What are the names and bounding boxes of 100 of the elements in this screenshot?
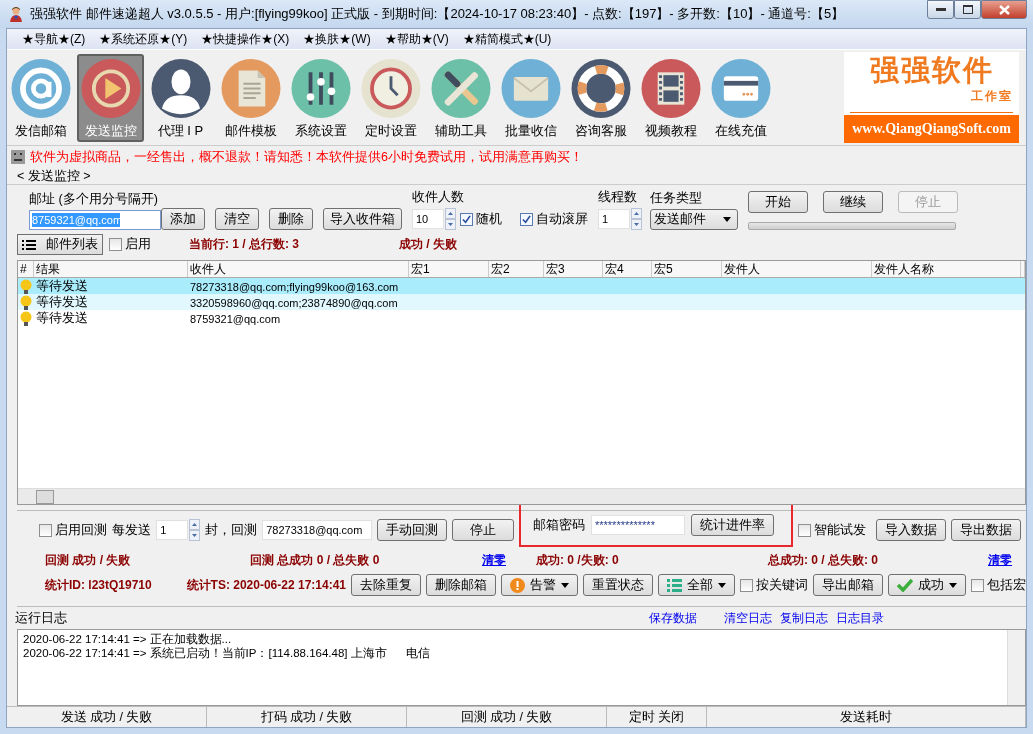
filter-dropdown[interactable]: 全部 <box>658 574 735 596</box>
list-icon <box>667 578 682 592</box>
toolbar-button[interactable]: 辅助工具 <box>427 53 494 142</box>
notice-text: 软件为虚拟商品，一经售出，概不退款！请知悉！本软件提供6小时免费试用，试用满意再购买！ <box>30 148 583 166</box>
toolbar-button[interactable]: 批量收信 <box>497 53 564 142</box>
menu-item[interactable]: ★精简模式★(U) <box>455 30 559 48</box>
field-label: 收件人数 <box>412 189 465 206</box>
manual-check-button[interactable]: 手动回测 <box>377 519 448 541</box>
checkbox[interactable] <box>971 578 984 592</box>
status-cell: 打码 成功 / 失败 <box>207 707 407 727</box>
menu-item[interactable]: ★帮助★(V) <box>377 30 456 48</box>
checkbox-label: 包括宏 <box>987 576 1026 594</box>
export-mailbox-button[interactable]: 导出邮箱 <box>813 574 883 596</box>
delete-mailbox-button[interactable]: 删除邮箱 <box>426 574 496 596</box>
checkbox[interactable] <box>460 212 473 226</box>
warning-icon <box>510 577 525 593</box>
minimize-button[interactable] <box>927 0 954 19</box>
column-header: 宏5 <box>652 261 722 277</box>
film-icon <box>639 58 702 118</box>
checkbox[interactable] <box>740 578 753 592</box>
stop-button[interactable]: 停止 <box>452 519 514 541</box>
tools-icon <box>429 58 492 118</box>
column-header: 收件人 <box>188 261 409 277</box>
task-type-dropdown[interactable]: 发送邮件 <box>650 209 738 230</box>
log-link[interactable]: 保存数据 <box>649 610 697 627</box>
list-icon <box>22 239 36 250</box>
log-link[interactable]: 清空日志 <box>724 610 772 627</box>
field-label: 任务类型 <box>650 190 703 207</box>
form-button[interactable]: 添加 <box>161 208 205 230</box>
document-icon <box>219 58 282 118</box>
column-header: 宏4 <box>603 261 652 277</box>
check-address-field[interactable]: 78273318@qq.com <box>262 520 373 540</box>
password-field[interactable]: ************** <box>591 515 685 535</box>
export-data-button[interactable]: 导出数据 <box>951 519 1021 541</box>
maximize-icon <box>962 5 973 14</box>
spinner-arrows-icon[interactable] <box>189 519 201 541</box>
toolbar-button[interactable]: 邮件模板 <box>217 53 284 142</box>
table-row[interactable]: 等待发送 8759321@qq.com <box>18 310 1025 326</box>
logo-subtitle: 工作室 <box>971 88 1013 105</box>
toolbar-button[interactable]: 视频教程 <box>637 53 704 142</box>
envelope-icon <box>499 58 562 118</box>
checkmark-icon <box>897 578 913 592</box>
action-button[interactable]: 开始 <box>748 191 808 213</box>
alarm-dropdown[interactable]: 告警 <box>501 574 578 596</box>
checkbox[interactable] <box>109 238 122 251</box>
vertical-scrollbar[interactable] <box>1007 630 1025 705</box>
number-field[interactable]: 1 <box>156 520 189 540</box>
form-button[interactable]: 删除 <box>269 208 313 230</box>
table-row[interactable]: 等待发送 78273318@qq.com;flying99koo@163.com <box>18 278 1025 294</box>
clear-link[interactable]: 清零 <box>482 551 522 569</box>
reset-button[interactable]: 重置状态 <box>583 574 653 596</box>
at-sign-icon <box>9 58 72 118</box>
clock-icon <box>359 58 422 118</box>
checkbox[interactable] <box>798 523 811 537</box>
column-header: 宏3 <box>544 261 603 277</box>
spinner-arrows-icon[interactable] <box>445 208 456 230</box>
column-header: # <box>18 261 34 277</box>
logo-title: 强强软件 <box>869 53 994 88</box>
mail-list-button[interactable]: 邮件列表 <box>17 234 103 255</box>
import-data-button[interactable]: 导入数据 <box>876 519 946 541</box>
menu-item[interactable]: ★系统还原★(Y) <box>92 30 195 48</box>
check-result-text: 回测 成功 / 失败 <box>45 551 132 569</box>
checkbox-label: 自动滚屏 <box>536 210 588 228</box>
form-button[interactable]: 清空 <box>215 208 259 230</box>
face-icon <box>11 150 25 164</box>
caret-icon <box>949 582 957 588</box>
table-cell-text: 3320598960@qq.com;23874890@qq.com <box>189 296 399 309</box>
action-button[interactable]: 继续 <box>823 191 883 213</box>
status-cell: 发送耗时 <box>707 707 1026 727</box>
toolbar-button[interactable]: 定时设置 <box>357 53 424 142</box>
menu-item[interactable]: ★导航★(Z) <box>15 30 93 48</box>
import-button[interactable]: 导入收件箱 <box>323 208 402 230</box>
rate-button[interactable]: 统计进件率 <box>691 514 774 536</box>
clear-link[interactable]: 清零 <box>988 551 1012 569</box>
toolbar-button[interactable]: 咨询客服 <box>567 53 634 142</box>
dedupe-button[interactable]: 去除重复 <box>351 574 421 596</box>
spinner-arrows-icon[interactable] <box>631 208 642 230</box>
status-dropdown[interactable]: 成功 <box>888 574 966 596</box>
maximize-button[interactable] <box>954 0 981 19</box>
checkbox[interactable] <box>520 212 533 226</box>
toolbar-button[interactable]: 代理 I P <box>147 53 214 142</box>
play-icon <box>79 58 142 118</box>
menu-item[interactable]: ★换肤★(W) <box>296 30 378 48</box>
menu-item[interactable]: ★快捷操作★(X) <box>194 30 297 48</box>
number-field[interactable]: 1 <box>598 209 630 229</box>
status-cell: 回测 成功 / 失败 <box>407 707 607 727</box>
toolbar-button[interactable]: 系统设置 <box>287 53 354 142</box>
toolbar-button[interactable]: 发信邮箱 <box>7 53 74 142</box>
horizontal-scrollbar[interactable] <box>18 488 1025 504</box>
table-row[interactable]: 等待发送 3320598960@qq.com;23874890@qq.com <box>18 294 1025 310</box>
table-cell-text: 78273318@qq.com;flying99koo@163.com <box>189 280 400 293</box>
log-link[interactable]: 复制日志 <box>780 610 828 627</box>
checkbox[interactable] <box>39 523 53 537</box>
log-title: 运行日志 <box>15 610 67 627</box>
minimize-icon <box>935 7 946 12</box>
log-link[interactable]: 日志目录 <box>836 610 884 627</box>
column-header: 结果 <box>34 261 188 277</box>
toolbar-button[interactable]: 在线充值 <box>707 53 774 142</box>
close-button[interactable] <box>981 0 1027 19</box>
number-field[interactable]: 10 <box>412 209 444 229</box>
